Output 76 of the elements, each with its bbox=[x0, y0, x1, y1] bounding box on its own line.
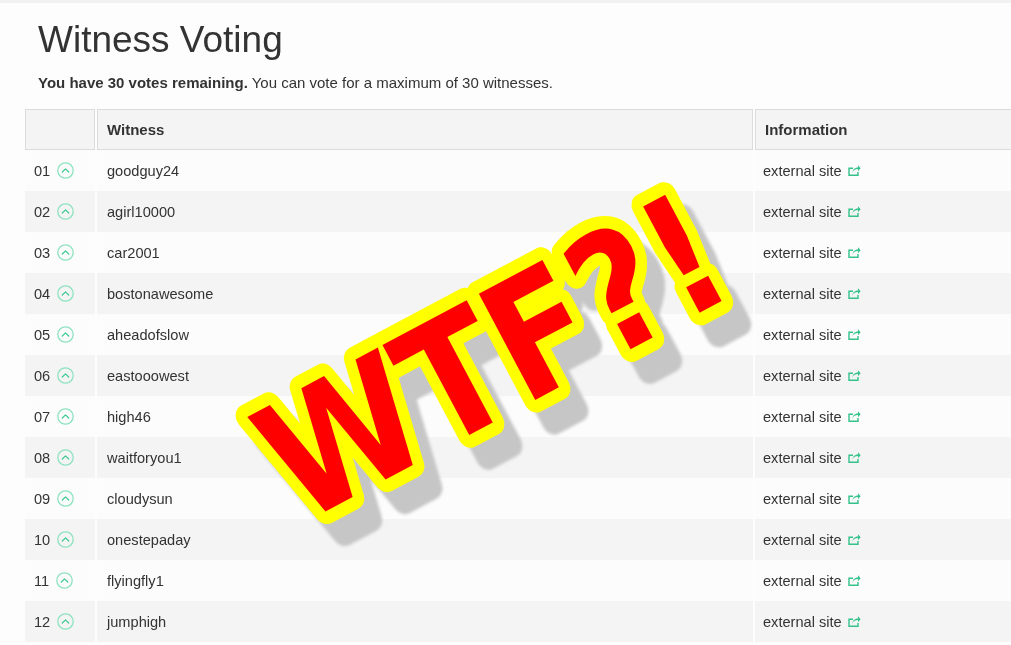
upvote-button[interactable] bbox=[57, 367, 75, 384]
rank-number: 11 bbox=[34, 572, 50, 589]
external-link-icon bbox=[847, 288, 861, 299]
external-site-link[interactable]: external site bbox=[763, 490, 842, 507]
witness-name: jumphigh bbox=[107, 613, 167, 630]
external-site-link[interactable]: external site bbox=[763, 244, 842, 261]
rank-number: 08 bbox=[34, 449, 51, 466]
rank-number: 09 bbox=[34, 490, 51, 507]
witness-name: high46 bbox=[107, 408, 151, 425]
witness-name: agirl10000 bbox=[107, 203, 176, 220]
upvote-icon bbox=[57, 285, 75, 302]
upvote-icon bbox=[57, 490, 75, 507]
rank-number: 10 bbox=[34, 531, 51, 548]
witness-name: waitforyou1 bbox=[107, 449, 182, 466]
upvote-icon bbox=[57, 531, 75, 548]
witness-name: aheadofslow bbox=[107, 326, 189, 343]
upvote-button[interactable] bbox=[57, 203, 75, 220]
upvote-icon bbox=[57, 162, 75, 179]
external-link-icon bbox=[847, 411, 861, 422]
rank-number: 07 bbox=[34, 408, 51, 425]
rank-number: 01 bbox=[34, 162, 51, 179]
upvote-icon bbox=[57, 408, 75, 425]
external-site-link[interactable]: external site bbox=[763, 326, 842, 343]
upvote-button[interactable] bbox=[57, 531, 75, 548]
external-site-link[interactable]: external site bbox=[763, 449, 842, 466]
external-link-icon bbox=[847, 534, 861, 545]
external-site-link[interactable]: external site bbox=[763, 203, 842, 220]
external-site-link[interactable]: external site bbox=[763, 531, 842, 548]
upvote-icon bbox=[57, 244, 75, 261]
external-link-icon bbox=[847, 206, 861, 217]
upvote-button[interactable] bbox=[57, 285, 75, 302]
upvote-button[interactable] bbox=[57, 326, 75, 343]
external-site-link[interactable]: external site bbox=[763, 367, 842, 384]
upvote-button[interactable] bbox=[56, 572, 74, 589]
witness-name: bostonawesome bbox=[107, 285, 214, 302]
external-link-icon bbox=[847, 452, 861, 463]
upvote-icon bbox=[56, 572, 74, 589]
upvote-button[interactable] bbox=[57, 449, 75, 466]
upvote-icon bbox=[57, 613, 75, 630]
rank-number: 05 bbox=[34, 326, 51, 343]
rank-number: 03 bbox=[34, 244, 51, 261]
external-site-link[interactable]: external site bbox=[763, 162, 842, 179]
witness-name: car2001 bbox=[107, 244, 160, 261]
page-title: Witness Voting bbox=[38, 19, 283, 61]
external-link-icon bbox=[847, 616, 861, 627]
external-link-icon bbox=[847, 493, 861, 504]
rank-number: 02 bbox=[34, 203, 51, 220]
upvote-icon bbox=[57, 326, 75, 343]
upvote-button[interactable] bbox=[57, 244, 75, 261]
upvote-button[interactable] bbox=[57, 490, 75, 507]
external-link-icon bbox=[847, 247, 861, 258]
external-site-link[interactable]: external site bbox=[763, 613, 842, 630]
external-link-icon bbox=[847, 329, 861, 340]
votes-summary: You have 30 votes remaining. You can vote for a maximum of 30 witnesses. bbox=[38, 74, 553, 92]
witness-name: onestepaday bbox=[107, 531, 191, 548]
upvote-icon bbox=[57, 367, 75, 384]
upvote-button[interactable] bbox=[57, 408, 75, 425]
rank-number: 06 bbox=[34, 367, 51, 384]
column-header: Information bbox=[755, 109, 1011, 150]
external-site-link[interactable]: external site bbox=[763, 408, 842, 425]
upvote-icon bbox=[57, 203, 75, 220]
external-site-link[interactable]: external site bbox=[763, 572, 842, 589]
rank-number: 04 bbox=[34, 285, 51, 302]
upvote-icon bbox=[57, 449, 75, 466]
column-header: Witness bbox=[97, 109, 753, 150]
witness-name: eastooowest bbox=[107, 367, 189, 384]
external-link-icon bbox=[847, 370, 861, 381]
upvote-button[interactable] bbox=[57, 162, 75, 179]
upvote-button[interactable] bbox=[57, 613, 75, 630]
external-site-link[interactable]: external site bbox=[763, 285, 842, 302]
external-link-icon bbox=[847, 575, 861, 586]
external-link-icon bbox=[847, 165, 861, 176]
rank-number: 12 bbox=[34, 613, 51, 630]
witness-name: goodguy24 bbox=[107, 162, 180, 179]
witness-name: cloudysun bbox=[107, 490, 173, 507]
witness-name: flyingfly1 bbox=[107, 572, 164, 589]
